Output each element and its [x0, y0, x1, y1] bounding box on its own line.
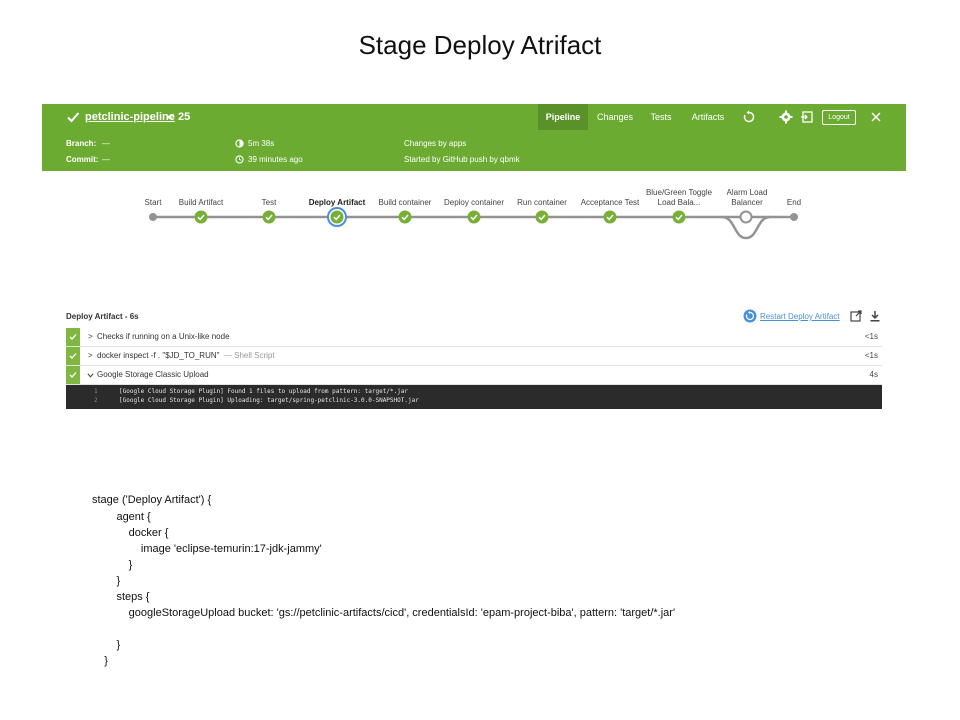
step-row-unix-check[interactable]: > Checks if running on a Unix-like node …	[66, 328, 882, 347]
stage-node-run-container[interactable]	[535, 210, 549, 224]
stage-detail-title: Deploy Artifact - 6s	[66, 312, 139, 321]
check-icon	[69, 372, 77, 378]
close-icon[interactable]	[869, 110, 883, 124]
download-icon[interactable]	[869, 310, 881, 322]
header-meta-row: Branch: — Commit: — 5m 38s 39 minutes ag…	[42, 130, 906, 171]
check-icon	[69, 334, 77, 340]
step-duration: <1s	[864, 351, 878, 360]
code-line: }	[92, 559, 133, 571]
pipeline-name-link[interactable]: petclinic-pipeline	[85, 111, 175, 123]
step-status-success	[66, 328, 80, 346]
step-name: docker inspect -f . "$JD_TO_RUN" — Shell…	[97, 351, 275, 360]
stage-node-blue-green[interactable]	[672, 210, 686, 224]
branch-value: —	[102, 139, 110, 148]
step-row-gcs-upload[interactable]: Google Storage Classic Upload 4s	[66, 366, 882, 385]
code-line: image 'eclipse-temurin:17-jdk-jammy'	[92, 543, 322, 555]
chevron-down-icon	[87, 373, 94, 378]
tab-changes[interactable]: Changes	[590, 104, 640, 130]
tab-tests[interactable]: Tests	[640, 104, 682, 130]
tab-pipeline[interactable]: Pipeline	[538, 104, 588, 130]
step-log-output: 1 [Google Cloud Storage Plugin] Found 1 …	[66, 385, 882, 409]
tab-artifacts[interactable]: Artifacts	[684, 104, 732, 130]
chevron-right-icon: >	[88, 332, 93, 341]
duration-icon	[235, 139, 244, 148]
stage-node-test[interactable]	[262, 210, 276, 224]
step-row-docker-inspect[interactable]: > docker inspect -f . "$JD_TO_RUN" — She…	[66, 347, 882, 366]
log-line-text: [Google Cloud Storage Plugin] Uploading:…	[119, 397, 419, 404]
commit-label: Commit:	[66, 155, 99, 164]
stage-node-alarm-lb-not-built[interactable]	[739, 210, 753, 224]
clock-icon	[235, 155, 244, 164]
changes-text: Changes by apps	[404, 139, 467, 148]
chevron-right-icon: >	[88, 351, 93, 360]
stage-node-build-artifact[interactable]	[194, 210, 208, 224]
step-duration: <1s	[864, 332, 878, 341]
success-check-icon	[67, 112, 80, 123]
rerun-icon[interactable]	[742, 110, 756, 124]
step-command: docker inspect -f . "$JD_TO_RUN"	[97, 351, 220, 360]
code-line: agent {	[92, 511, 151, 523]
step-duration: 4s	[869, 370, 878, 379]
classic-view-icon[interactable]	[800, 110, 814, 124]
stage-node-build-container[interactable]	[398, 210, 412, 224]
log-line: 2 [Google Cloud Storage Plugin] Uploadin…	[66, 397, 882, 406]
duration-value: 5m 38s	[248, 139, 275, 148]
start-node	[149, 213, 157, 221]
code-line: docker {	[92, 527, 169, 539]
restart-stage-link[interactable]: Restart Deploy Artifact	[760, 312, 840, 321]
started-by-text: Started by GitHub push by qbmk	[404, 155, 520, 164]
restart-icon[interactable]	[743, 309, 757, 323]
pipeline-header: petclinic-pipeline < 25 Pipeline Changes…	[42, 104, 906, 171]
open-external-icon[interactable]	[850, 310, 862, 322]
code-line: stage ('Deploy Artifact') {	[92, 494, 212, 506]
code-line: googleStorageUpload bucket: 'gs://petcli…	[92, 607, 676, 619]
step-type: — Shell Script	[223, 351, 275, 360]
run-separator-icon: <	[167, 110, 175, 124]
branch-label: Branch:	[66, 139, 97, 148]
log-line-text: [Google Cloud Storage Plugin] Found 1 fi…	[119, 388, 408, 395]
header-top-row: petclinic-pipeline < 25 Pipeline Changes…	[42, 104, 906, 130]
started-ago: 39 minutes ago	[248, 155, 303, 164]
step-name: Checks if running on a Unix-like node	[97, 332, 230, 341]
logout-button[interactable]: Logout	[822, 110, 856, 125]
gear-icon[interactable]	[779, 110, 793, 124]
step-name: Google Storage Classic Upload	[97, 370, 209, 379]
code-line: }	[92, 655, 108, 667]
stage-node-deploy-artifact-selected[interactable]	[327, 207, 347, 227]
stage-node-deploy-container[interactable]	[467, 210, 481, 224]
step-status-success	[66, 347, 80, 365]
step-status-success	[66, 366, 80, 384]
code-line: }	[92, 639, 121, 651]
stage-label-end: End	[786, 198, 802, 207]
pipeline-graph: Start Build Artifact Test Deploy Artifac…	[0, 180, 960, 250]
code-line: }	[92, 575, 121, 587]
stage-node-acceptance-test[interactable]	[603, 210, 617, 224]
stage-label-blue-green: Blue/Green Toggle Load Bala...	[645, 188, 713, 207]
log-line: 1 [Google Cloud Storage Plugin] Found 1 …	[66, 388, 882, 397]
log-line-number: 1	[94, 388, 98, 395]
commit-value: —	[102, 155, 110, 164]
end-node	[790, 213, 798, 221]
check-icon	[69, 353, 77, 359]
code-line: steps {	[92, 591, 150, 603]
slide-title: Stage Deploy Atrifact	[358, 30, 602, 60]
log-line-number: 2	[94, 397, 98, 404]
run-number: 25	[178, 111, 191, 123]
